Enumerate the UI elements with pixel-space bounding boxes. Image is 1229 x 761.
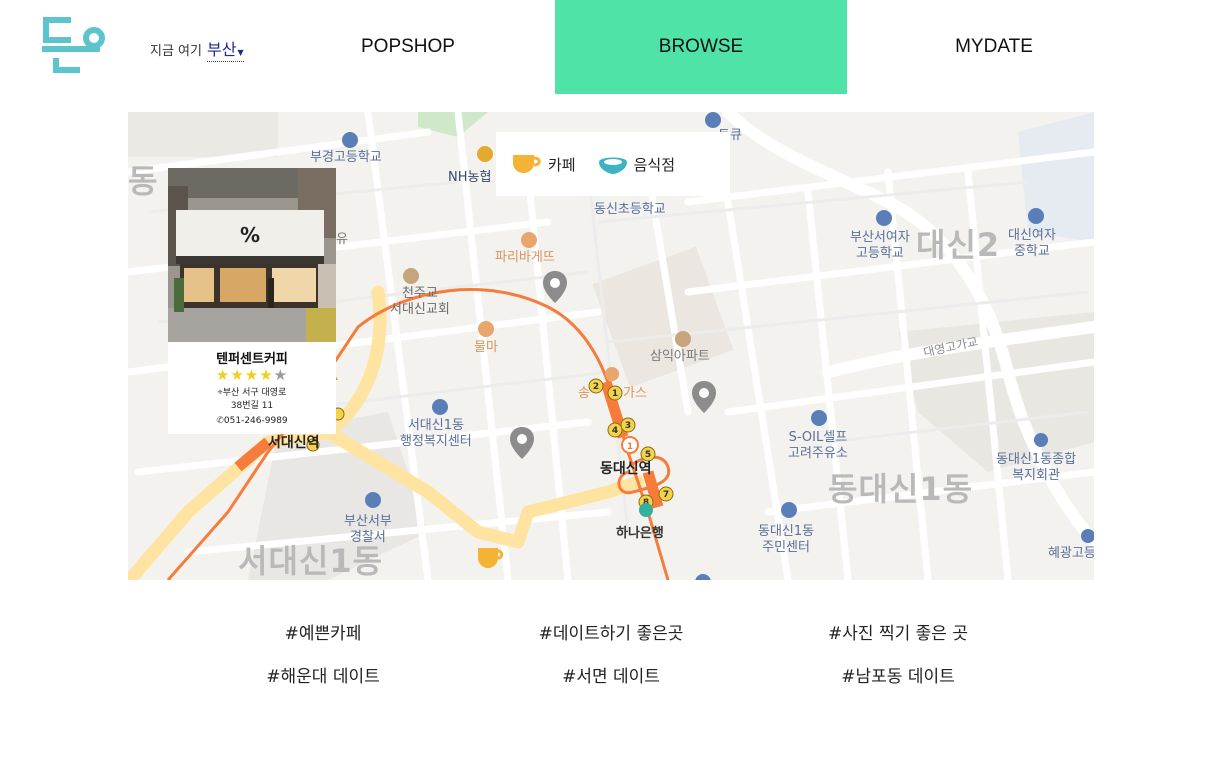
exit-3: 3: [625, 421, 631, 431]
map-label: 송: [578, 386, 590, 401]
map-label: 가스: [623, 386, 647, 401]
legend-cafe-label: 카페: [548, 155, 576, 174]
place-name: 텐퍼센트커피: [216, 352, 288, 367]
map-label: 파리바게뜨: [495, 250, 555, 265]
phone-icon: ✆: [216, 416, 224, 426]
logo[interactable]: [42, 16, 108, 74]
hashtag-link[interactable]: #해운대 데이트: [266, 662, 380, 687]
tab-browse[interactable]: BROWSE: [555, 0, 847, 94]
address-line1: 부산 서구 대영로: [222, 388, 287, 398]
place-card[interactable]: % 텐퍼센트커피 ★★★★★ ⌖부산 서구 대영로 38번길 11 ✆051-2…: [168, 168, 336, 434]
exit-1: 1: [612, 389, 618, 399]
map-label: NH농협: [448, 170, 492, 185]
location-city-dropdown[interactable]: 부산▼: [206, 36, 244, 62]
map-label: 삼익아파트: [650, 349, 710, 364]
place-photo: %: [168, 168, 336, 342]
tab-mydate[interactable]: MYDATE: [848, 0, 1140, 94]
legend-cafe[interactable]: 카페: [512, 153, 576, 175]
address-line2: 38번길 11: [230, 401, 274, 411]
legend-restaurant-label: 음식점: [633, 155, 676, 174]
map-label: 동대신1동 주민센터: [758, 524, 815, 555]
place-address: ⌖부산 서구 대영로 38번길 11: [168, 387, 336, 413]
map-label: 동신초등학교: [594, 202, 666, 217]
map-label: 물마: [474, 340, 498, 355]
coffee-cup-icon: [513, 155, 541, 173]
map-pin-icon[interactable]: [509, 426, 535, 460]
legend-restaurant[interactable]: 음식점: [598, 153, 675, 175]
rating-stars-filled: ★★★★: [215, 366, 274, 384]
map-label: 하나은행: [616, 526, 664, 541]
district-label: 동대신1동: [828, 470, 974, 508]
district-label: 서대신1동: [238, 542, 384, 580]
map-label: 부경고등학교: [310, 150, 382, 165]
dish-icon: [598, 157, 627, 174]
map-pin-icon[interactable]: [691, 380, 717, 414]
caret-down-icon: ▼: [237, 48, 244, 57]
station-label: 서대신역: [268, 435, 320, 451]
tab-popshop[interactable]: POPSHOP: [262, 0, 554, 94]
map-label: 부산서여자 고등학교: [850, 230, 910, 261]
hashtag-link[interactable]: #서면 데이트: [562, 662, 660, 687]
hashtag-link[interactable]: #데이트하기 좋은곳: [539, 619, 684, 644]
district-label: 동: [128, 162, 159, 200]
map-label: 대신여자 중학교: [1008, 228, 1056, 259]
hashtag-link[interactable]: #예쁜카페: [285, 619, 362, 644]
store-sign: %: [240, 223, 260, 247]
location-city: 부산: [206, 40, 237, 59]
map-label: 유: [336, 232, 348, 247]
rating-stars-empty: ★: [273, 366, 289, 384]
map-label: 동대신1동종합 복지회관: [996, 452, 1077, 483]
map-label: 혜광고등: [1048, 546, 1094, 561]
location-label: 지금 여기: [150, 44, 202, 59]
line-badge: 1: [627, 442, 633, 452]
header: 지금 여기 부산▼ POPSHOP BROWSE MYDATE: [0, 0, 1229, 94]
map-view[interactable]: 2 1 3 4 5 7 8 1 부경고등학교 NH농협 동신초등학교 파리바: [128, 112, 1094, 580]
map-label: 천주교 서대신교회: [390, 286, 450, 317]
hashtag-link[interactable]: #남포동 데이트: [841, 662, 955, 687]
place-phone: ✆051-246-9989: [168, 416, 336, 426]
cafe-marker-icon[interactable]: [476, 544, 504, 572]
hashtag-link[interactable]: #사진 찍기 좋은 곳: [828, 619, 968, 644]
map-legend: 카페 음식점: [496, 132, 730, 196]
location-selector: 지금 여기 부산▼: [150, 36, 244, 62]
station-label: 동대신역: [600, 461, 652, 477]
exit-7: 7: [663, 490, 669, 500]
phone-number: 051-246-9989: [223, 416, 288, 426]
map-pin-icon[interactable]: [542, 270, 568, 304]
exit-2: 2: [593, 382, 599, 392]
map-label: S-OIL셀프 고려주유소: [788, 430, 848, 461]
exit-4: 4: [612, 426, 618, 436]
rating-stars: ★★★★★: [168, 366, 336, 384]
district-label: 대신2: [916, 226, 1001, 264]
map-label: 서대신1동 행정복지센터: [400, 418, 472, 449]
